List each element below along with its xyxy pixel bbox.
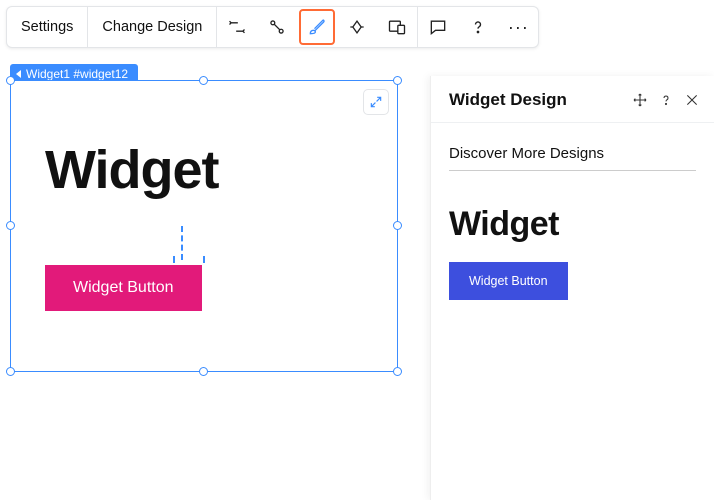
resize-handle-tr[interactable] xyxy=(393,76,402,85)
canvas-widget-button[interactable]: Widget Button xyxy=(45,265,202,311)
close-icon[interactable] xyxy=(684,92,700,108)
animations-icon[interactable] xyxy=(217,7,257,47)
preview-title: Widget xyxy=(449,205,696,244)
resize-handle-br[interactable] xyxy=(393,367,402,376)
toolbar: Settings Change Design ··· xyxy=(6,6,539,48)
design-preview[interactable]: Widget Widget Button xyxy=(449,205,696,300)
more-icon[interactable]: ··· xyxy=(498,7,538,47)
breadcrumb-label: Widget1 #widget12 xyxy=(26,67,128,81)
move-icon[interactable] xyxy=(632,92,648,108)
panel-header: Widget Design xyxy=(431,76,714,123)
discover-more-link[interactable]: Discover More Designs xyxy=(449,145,696,171)
settings-button[interactable]: Settings xyxy=(7,7,88,47)
panel-title: Widget Design xyxy=(449,90,567,110)
design-panel: Widget Design Discover More Designs Widg… xyxy=(430,76,714,500)
brush-icon[interactable] xyxy=(299,9,335,45)
panel-help-icon[interactable] xyxy=(658,92,674,108)
selected-widget-frame[interactable]: Widget Widget Button xyxy=(10,80,398,372)
link-icon[interactable] xyxy=(257,7,297,47)
canvas-widget-title[interactable]: Widget xyxy=(45,139,218,201)
resize-handle-bc[interactable] xyxy=(199,367,208,376)
chevron-left-icon xyxy=(16,70,21,78)
responsive-icon[interactable] xyxy=(377,7,417,47)
resize-handle-bl[interactable] xyxy=(6,367,15,376)
comment-icon[interactable] xyxy=(418,7,458,47)
preview-button: Widget Button xyxy=(449,262,568,300)
help-icon[interactable] xyxy=(458,7,498,47)
change-design-button[interactable]: Change Design xyxy=(88,7,217,47)
resize-handle-tl[interactable] xyxy=(6,76,15,85)
expand-button[interactable] xyxy=(363,89,389,115)
text-cursor-ticks xyxy=(171,256,207,264)
resize-handle-tc[interactable] xyxy=(199,76,208,85)
resize-handle-mr[interactable] xyxy=(393,221,402,230)
stretch-icon[interactable] xyxy=(337,7,377,47)
resize-handle-ml[interactable] xyxy=(6,221,15,230)
text-cursor xyxy=(181,226,183,260)
